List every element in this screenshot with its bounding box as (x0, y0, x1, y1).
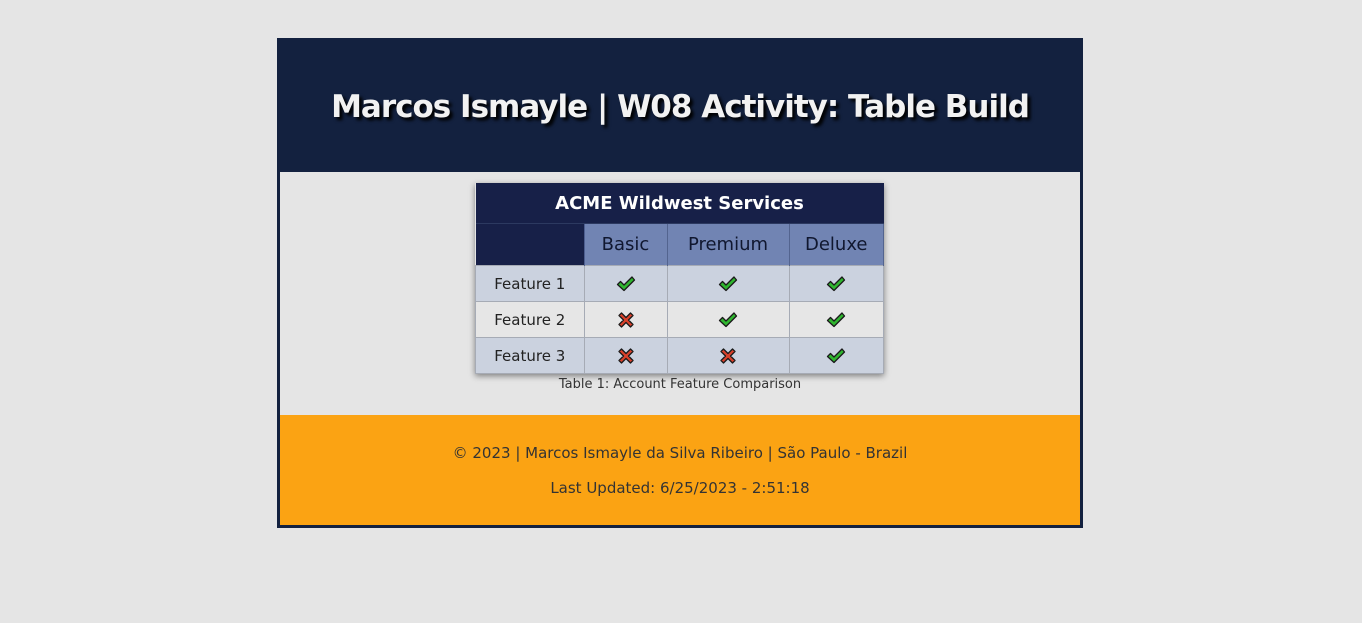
feature-cell (788, 301, 884, 338)
site-footer: © 2023 | Marcos Ismayle da Silva Ribeiro… (280, 415, 1080, 525)
feature-label: Feature 1 (475, 265, 585, 302)
check-icon (827, 275, 846, 291)
last-updated-text: Last Updated: 6/25/2023 - 2:51:18 (550, 479, 810, 497)
table-row: Feature 1 (475, 265, 884, 302)
table-row: Feature 2 (475, 301, 884, 338)
page-title: Marcos Ismayle | W08 Activity: Table Bui… (331, 89, 1030, 125)
feature-cell (788, 265, 884, 302)
copyright-text: © 2023 | Marcos Ismayle da Silva Ribeiro… (452, 444, 908, 462)
feature-cell (666, 337, 790, 374)
feature-cell (666, 301, 790, 338)
check-icon (718, 275, 738, 291)
feature-cell (788, 337, 884, 374)
table-row: Feature 3 (475, 337, 884, 374)
table-caption: Table 1: Account Feature Comparison (558, 377, 802, 392)
check-icon (718, 311, 738, 327)
check-icon (827, 311, 846, 327)
feature-cell (583, 337, 668, 374)
x-icon (720, 347, 736, 364)
feature-table-container: ACME Wildwest Services Basic Premium Del… (475, 183, 884, 374)
feature-label: Feature 3 (475, 337, 585, 374)
table-heading: ACME Wildwest Services (475, 183, 884, 224)
table-corner-cell (475, 223, 585, 266)
column-header-premium: Premium (666, 223, 790, 266)
column-header-deluxe: Deluxe (788, 223, 884, 266)
site-header: Marcos Ismayle | W08 Activity: Table Bui… (277, 38, 1083, 172)
check-icon (616, 275, 635, 291)
check-icon (827, 347, 846, 363)
feature-cell (666, 265, 790, 302)
x-icon (617, 347, 634, 364)
main-content: ACME Wildwest Services Basic Premium Del… (280, 172, 1080, 415)
feature-label: Feature 2 (475, 301, 585, 338)
x-icon (617, 311, 634, 328)
page-container: Marcos Ismayle | W08 Activity: Table Bui… (277, 38, 1083, 528)
feature-cell (583, 301, 668, 338)
feature-comparison-table: ACME Wildwest Services Basic Premium Del… (475, 183, 884, 374)
column-header-basic: Basic (583, 223, 668, 266)
feature-cell (583, 265, 668, 302)
